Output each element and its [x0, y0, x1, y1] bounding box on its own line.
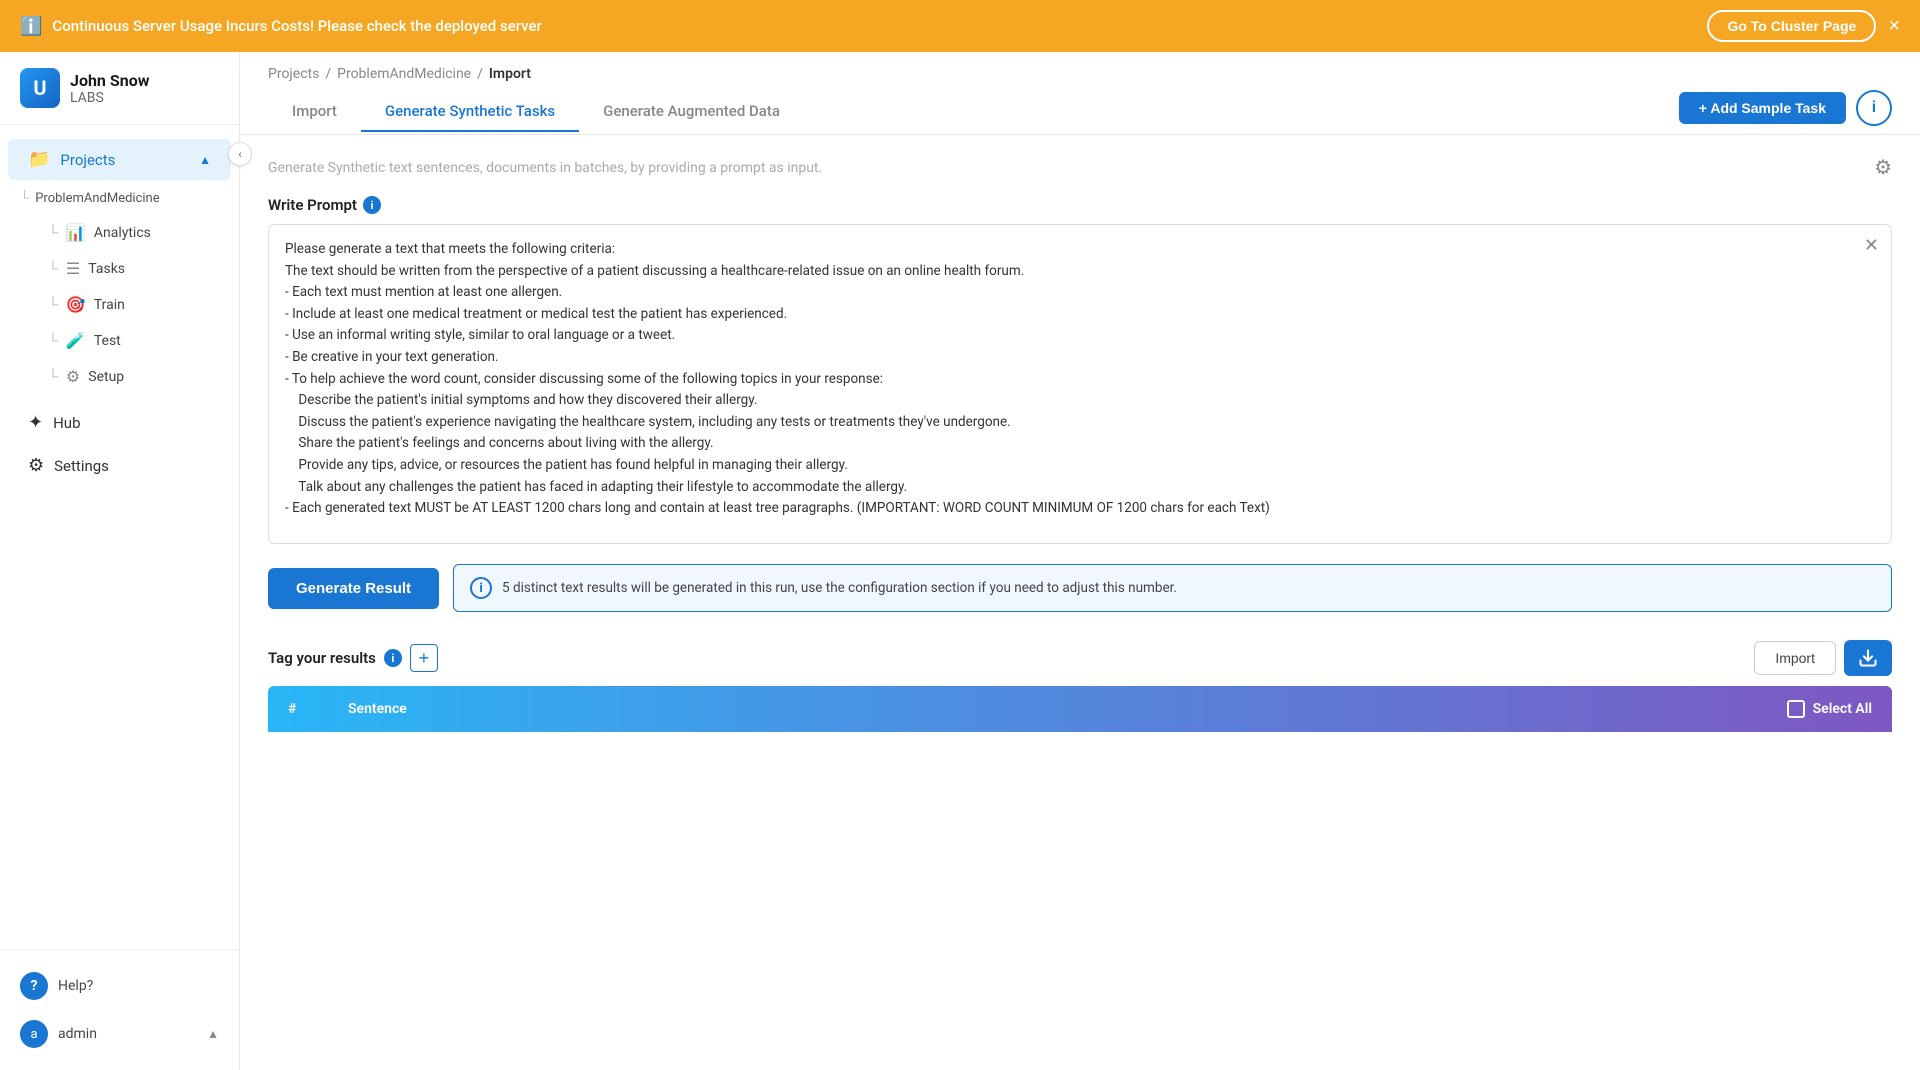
prompt-close-button[interactable]: ✕ [1864, 235, 1879, 256]
col-sentence: Sentence [348, 701, 1787, 717]
sidebar-train-label: Train [94, 297, 125, 313]
breadcrumb-sep1: / [325, 66, 331, 82]
project-label: └ ProblemAndMedicine [0, 182, 239, 214]
go-cluster-button[interactable]: Go To Cluster Page [1707, 10, 1876, 42]
tab-actions: + Add Sample Task i [1679, 90, 1892, 134]
help-icon: ? [20, 972, 48, 1000]
sidebar-item-train[interactable]: └ 🎯 Train [8, 287, 231, 322]
breadcrumb-projects[interactable]: Projects [268, 66, 319, 82]
sidebar-nav: 📁 Projects ▲ └ ProblemAndMedicine └ 📊 An… [0, 125, 239, 949]
tag-results-label: Tag your results [268, 649, 376, 667]
info-button[interactable]: i [1856, 90, 1892, 126]
import-button[interactable]: Import [1754, 641, 1836, 675]
notif-message: Continuous Server Usage Incurs Costs! Pl… [52, 17, 541, 35]
sidebar-item-projects[interactable]: 📁 Projects ▲ [8, 139, 231, 180]
sidebar-item-settings[interactable]: ⚙ Settings [8, 445, 231, 486]
test-icon: 🧪 [66, 331, 86, 350]
subtitle-row: Generate Synthetic text sentences, docum… [268, 155, 1892, 180]
sidebar-admin-item[interactable]: a admin ▲ [0, 1010, 239, 1058]
sidebar-setup-label: Setup [88, 369, 124, 385]
notification-bar: ℹ️ Continuous Server Usage Incurs Costs!… [0, 0, 1920, 52]
tag-results-row: Tag your results i + Import [268, 640, 1892, 676]
col-hash: # [288, 701, 348, 717]
write-prompt-label: Write Prompt i [268, 196, 1892, 214]
settings-icon: ⚙ [28, 455, 44, 476]
content-area: Projects / ProblemAndMedicine / Import I… [240, 52, 1920, 1070]
add-sample-button[interactable]: + Add Sample Task [1679, 92, 1846, 124]
download-button[interactable] [1844, 640, 1892, 676]
logo-john: John Snow [70, 71, 149, 90]
tab-bar: Import Generate Synthetic Tasks Generate… [240, 82, 1920, 135]
sidebar-item-test[interactable]: └ 🧪 Test [8, 323, 231, 358]
tag-results-right: Import [1754, 640, 1892, 676]
setup-icon: ⚙ [66, 367, 80, 386]
sidebar: U John Snow LABS ‹ 📁 Projects ▲ └ Proble… [0, 52, 240, 1070]
sidebar-item-analytics[interactable]: └ 📊 Analytics [8, 215, 231, 250]
prompt-box[interactable]: ✕ Please generate a text that meets the … [268, 224, 1892, 544]
logo-labs: LABS [70, 90, 149, 106]
generate-info-icon: i [470, 577, 492, 599]
notif-actions: Go To Cluster Page × [1707, 10, 1900, 42]
admin-label: admin [58, 1026, 97, 1042]
sidebar-item-setup[interactable]: └ ⚙ Setup [8, 359, 231, 394]
subtitle-text: Generate Synthetic text sentences, docum… [268, 160, 822, 176]
sidebar-logo: U John Snow LABS [0, 52, 239, 125]
sidebar-help-item[interactable]: ? Help? [0, 962, 239, 1010]
sidebar-item-tasks[interactable]: └ ☰ Tasks [8, 251, 231, 286]
sidebar-settings-label: Settings [54, 457, 109, 475]
hub-icon: ✦ [28, 412, 43, 433]
chevron-up-icon: ▲ [199, 153, 211, 167]
info-icon: ℹ️ [20, 16, 42, 37]
logo-text: John Snow LABS [70, 71, 149, 106]
tab-import[interactable]: Import [268, 92, 361, 132]
breadcrumb-project[interactable]: ProblemAndMedicine [337, 66, 471, 82]
analytics-icon: 📊 [66, 223, 86, 242]
add-tag-button[interactable]: + [410, 644, 438, 672]
breadcrumb-current: Import [489, 66, 531, 82]
sidebar-test-label: Test [94, 333, 121, 349]
sidebar-collapse-button[interactable]: ‹ [228, 142, 252, 166]
train-icon: 🎯 [66, 295, 86, 314]
prompt-text: Please generate a text that meets the fo… [285, 239, 1875, 520]
project-name[interactable]: ProblemAndMedicine [35, 191, 159, 206]
write-prompt-info-icon: i [363, 196, 381, 214]
admin-avatar: a [20, 1020, 48, 1048]
select-all-label: Select All [1813, 701, 1872, 717]
tree-connector: └ [20, 190, 29, 206]
main-layout: U John Snow LABS ‹ 📁 Projects ▲ └ Proble… [0, 52, 1920, 1070]
sidebar-tasks-label: Tasks [88, 261, 125, 277]
table-header: # Sentence Select All [268, 686, 1892, 732]
tag-results-left: Tag your results i + [268, 644, 438, 672]
generate-info-box: i 5 distinct text results will be genera… [453, 564, 1892, 612]
sidebar-projects-label: Projects [60, 151, 115, 169]
tab-generate-synthetic[interactable]: Generate Synthetic Tasks [361, 92, 579, 132]
logo-icon: U [20, 68, 60, 108]
close-notif-button[interactable]: × [1888, 16, 1900, 36]
select-all-checkbox[interactable] [1787, 700, 1805, 718]
main-content: Generate Synthetic text sentences, docum… [240, 135, 1920, 1070]
breadcrumb: Projects / ProblemAndMedicine / Import [240, 52, 1920, 82]
tab-generate-augmented[interactable]: Generate Augmented Data [579, 92, 804, 132]
sidebar-help-label: Help? [58, 978, 93, 994]
generate-row: Generate Result i 5 distinct text result… [268, 564, 1892, 612]
col-select-all: Select All [1787, 700, 1872, 718]
sidebar-hub-label: Hub [53, 414, 80, 432]
sidebar-analytics-label: Analytics [94, 225, 151, 241]
sidebar-item-hub[interactable]: ✦ Hub [8, 402, 231, 443]
breadcrumb-sep2: / [477, 66, 483, 82]
generate-info-text: 5 distinct text results will be generate… [502, 580, 1177, 596]
gear-button[interactable]: ⚙ [1874, 155, 1892, 180]
projects-icon: 📁 [28, 149, 50, 170]
tasks-icon: ☰ [66, 259, 80, 278]
tag-results-info-icon: i [384, 649, 402, 667]
notif-message-container: ℹ️ Continuous Server Usage Incurs Costs!… [20, 16, 542, 37]
sidebar-bottom: ? Help? a admin ▲ [0, 949, 239, 1070]
generate-result-button[interactable]: Generate Result [268, 568, 439, 609]
chevron-up-icon-admin: ▲ [207, 1027, 219, 1041]
tabs-container: Import Generate Synthetic Tasks Generate… [268, 92, 804, 132]
